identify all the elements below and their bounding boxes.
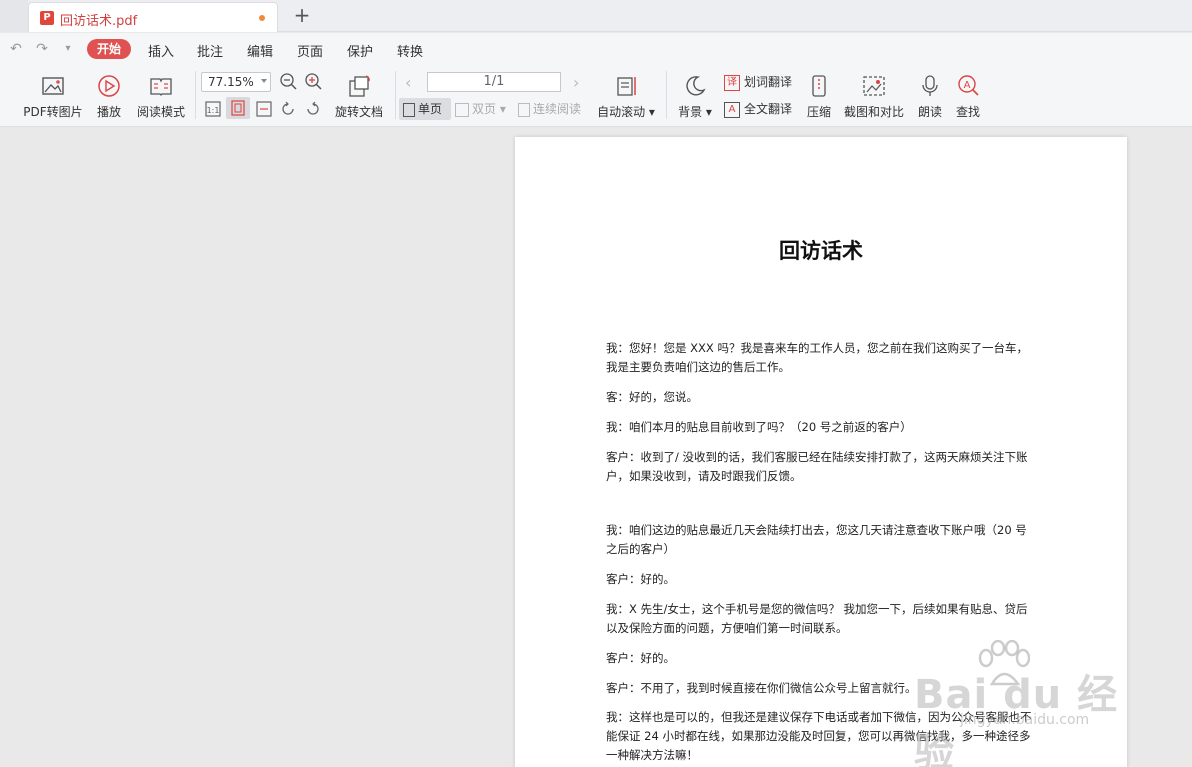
fit-page-icon <box>231 100 245 116</box>
auto-scroll-button[interactable]: 自动滚动 ▾ <box>596 73 656 120</box>
pdf-page: 回访话术 我：您好！您是 XXX 吗？我是喜来车的工作人员，您之前在我们这购买了… <box>515 137 1127 767</box>
full-translate-button[interactable]: A 全文翻译 <box>724 100 792 118</box>
rotate-left-icon[interactable] <box>278 99 298 119</box>
rotate-document-icon <box>349 75 370 97</box>
paragraph: 客户：好的。 <box>606 651 675 665</box>
tab-title: 回访话术.pdf <box>60 14 138 29</box>
previous-page-icon[interactable]: ‹ <box>405 73 411 92</box>
double-page-button[interactable]: 双页 ▾ <box>455 98 511 120</box>
tab-document[interactable]: P 回访话术.pdf <box>28 2 278 32</box>
undo-icon[interactable]: ↶ <box>8 41 24 57</box>
ribbon-toolbar: PDF转图片 播放 阅读模式 77.15% 1:1 旋转文档 ‹ 1/1 › 单… <box>0 65 1192 127</box>
unsaved-dot-icon <box>259 15 265 21</box>
book-icon <box>150 78 172 96</box>
background-button[interactable]: 背景 ▾ <box>676 73 714 120</box>
full-translate-icon: A <box>724 101 740 118</box>
screenshot-compare-button[interactable]: 截图和对比 <box>842 73 906 120</box>
read-aloud-button[interactable]: 朗读 <box>914 73 946 120</box>
separator <box>195 71 196 119</box>
moon-icon <box>686 76 706 96</box>
next-page-icon[interactable]: › <box>573 73 579 92</box>
pdf-file-icon: P <box>40 11 54 25</box>
menu-convert[interactable]: 转换 <box>397 41 423 60</box>
auto-scroll-icon <box>617 77 636 96</box>
paragraph: 客户：好的。 <box>606 572 675 586</box>
continuous-icon <box>518 102 530 117</box>
tab-bar-left-area <box>0 0 28 32</box>
screenshot-icon <box>863 76 885 96</box>
compress-icon <box>812 75 826 97</box>
quick-access-dropdown-icon[interactable]: ▾ <box>60 41 76 57</box>
chevron-down-icon <box>261 79 267 83</box>
pdf-to-image-button[interactable]: PDF转图片 <box>20 73 86 120</box>
compress-button[interactable]: 压缩 <box>804 73 834 120</box>
zoom-out-icon[interactable] <box>279 72 299 92</box>
find-button[interactable]: A 查找 <box>952 73 984 120</box>
svg-text:1:1: 1:1 <box>207 106 220 115</box>
menu-annotate[interactable]: 批注 <box>197 41 223 60</box>
menu-bar: ↶ ↷ ▾ 开始 插入 批注 编辑 页面 保护 转换 <box>0 33 1192 65</box>
paragraph: 我：X 先生/女士，这个手机号是您的微信吗？ 我加您一下，后续如果有贴息、贷后以… <box>606 602 1028 635</box>
word-translate-button[interactable]: 译划词翻译 <box>724 73 792 91</box>
document-title: 回访话术 <box>779 239 863 263</box>
paragraph: 我：这样也是可以的，但我还是建议保存下电话或者加下微信，因为公众号客服也不能保证… <box>606 710 1032 762</box>
svg-text:A: A <box>964 80 971 91</box>
menu-protect[interactable]: 保护 <box>347 41 373 60</box>
separator <box>395 71 396 119</box>
menu-home[interactable]: 开始 <box>87 39 131 59</box>
paragraph: 我：您好！您是 XXX 吗？我是喜来车的工作人员，您之前在我们这购买了一台车，我… <box>606 341 1028 374</box>
new-tab-button[interactable]: + <box>292 5 312 26</box>
page-number-input[interactable]: 1/1 <box>427 72 561 92</box>
zoom-select[interactable]: 77.15% <box>201 72 271 92</box>
paragraph: 客户：不用了，我到时候直接在你们微信公众号上留言就行。 <box>606 681 917 695</box>
paragraph: 客：好的，您说。 <box>606 390 698 404</box>
menu-insert[interactable]: 插入 <box>148 41 174 60</box>
rotate-right-icon[interactable] <box>303 99 323 119</box>
redo-icon[interactable]: ↷ <box>34 41 50 57</box>
translate-icon: 译 <box>724 74 740 91</box>
play-button[interactable]: 播放 <box>92 73 126 120</box>
zoom-in-icon[interactable] <box>304 72 324 92</box>
double-page-icon <box>455 102 469 117</box>
continuous-read-button[interactable]: 连续阅读 <box>518 98 590 120</box>
paragraph: 我：咱们这边的贴息最近几天会陆续打出去，您这几天请注意查收下账户哦（20 号之后… <box>606 523 1027 556</box>
actual-size-icon[interactable]: 1:1 <box>203 99 223 119</box>
menu-page[interactable]: 页面 <box>297 41 323 60</box>
paragraph: 我：咱们本月的贴息目前收到了吗？（20 号之前返的客户） <box>606 420 912 434</box>
fit-width-icon[interactable] <box>254 99 274 119</box>
play-icon <box>98 75 120 97</box>
read-mode-button[interactable]: 阅读模式 <box>134 73 188 120</box>
search-icon: A <box>958 75 979 96</box>
fit-page-button[interactable] <box>226 97 250 119</box>
rotate-document-button[interactable]: 旋转文档 <box>332 73 386 120</box>
microphone-icon <box>922 75 938 96</box>
menu-edit[interactable]: 编辑 <box>247 41 273 60</box>
separator <box>666 71 667 119</box>
single-page-icon <box>403 102 415 117</box>
tab-bar: P 回访话术.pdf + <box>0 0 1192 32</box>
single-page-button[interactable]: 单页 <box>399 98 451 120</box>
image-icon <box>42 77 64 95</box>
paragraph: 客户：收到了/ 没收到的话，我们客服已经在陆续安排打款了，这两天麻烦关注下账户，… <box>606 450 1028 483</box>
